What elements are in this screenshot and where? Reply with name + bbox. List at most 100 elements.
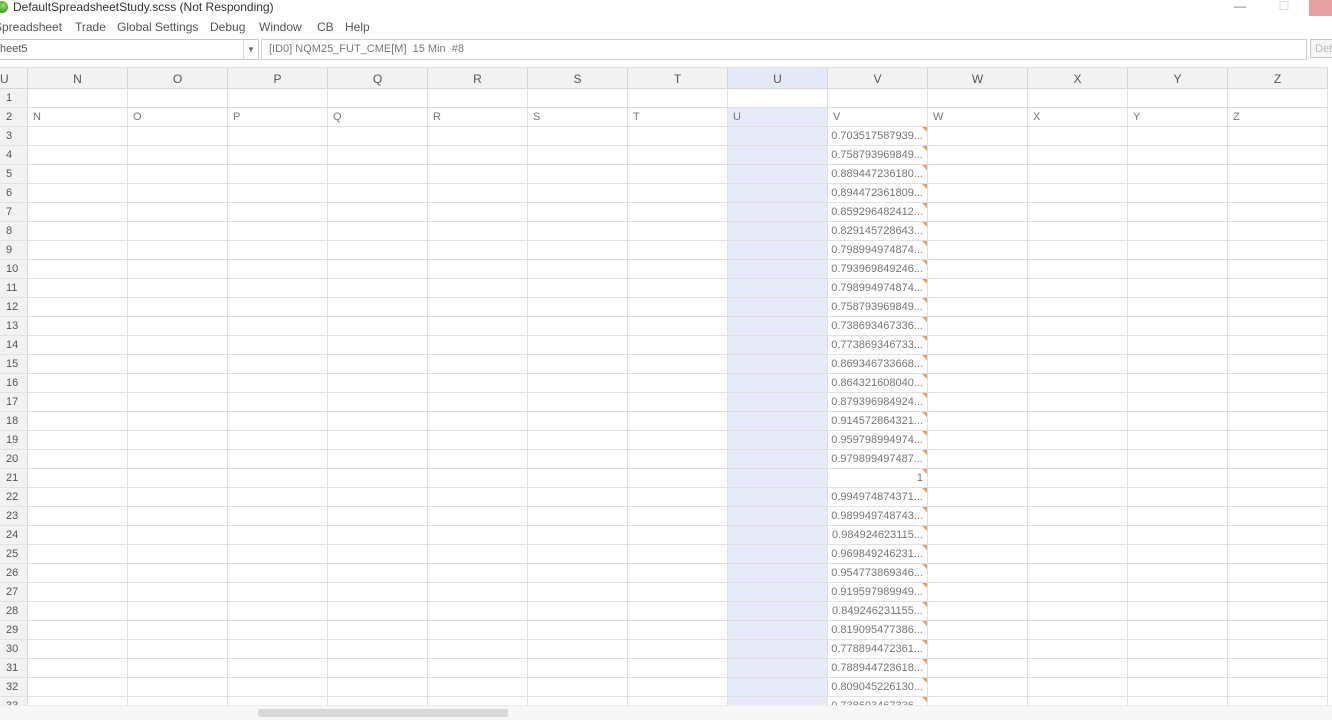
cell[interactable]: [628, 621, 728, 640]
cell[interactable]: [828, 89, 928, 108]
cell[interactable]: [728, 621, 828, 640]
cell[interactable]: [628, 583, 728, 602]
cell[interactable]: [728, 393, 828, 412]
cell[interactable]: [428, 545, 528, 564]
cell[interactable]: [728, 412, 828, 431]
cell[interactable]: [1128, 336, 1228, 355]
cell[interactable]: [628, 355, 728, 374]
cell[interactable]: [1228, 260, 1328, 279]
cell[interactable]: [1128, 640, 1228, 659]
cell[interactable]: 0.793969849246...: [828, 260, 928, 279]
cell[interactable]: [528, 279, 628, 298]
cell[interactable]: [128, 336, 228, 355]
cell[interactable]: [28, 127, 128, 146]
cell[interactable]: [128, 374, 228, 393]
cell[interactable]: [428, 450, 528, 469]
row-header[interactable]: 8: [0, 222, 28, 241]
cell[interactable]: [328, 279, 428, 298]
cell[interactable]: [328, 165, 428, 184]
cell[interactable]: [928, 336, 1028, 355]
cell[interactable]: [528, 317, 628, 336]
cell[interactable]: [928, 659, 1028, 678]
cell[interactable]: [28, 412, 128, 431]
column-header-q[interactable]: Q: [328, 67, 428, 89]
cell[interactable]: [1228, 621, 1328, 640]
cell[interactable]: [428, 165, 528, 184]
cell[interactable]: [528, 621, 628, 640]
close-button[interactable]: [1309, 0, 1332, 16]
cell[interactable]: [728, 279, 828, 298]
cell[interactable]: [228, 317, 328, 336]
cell[interactable]: [1228, 431, 1328, 450]
cell[interactable]: [128, 393, 228, 412]
cell[interactable]: [628, 336, 728, 355]
cell[interactable]: [628, 450, 728, 469]
cell[interactable]: O: [128, 108, 228, 127]
cell[interactable]: [928, 545, 1028, 564]
row-header[interactable]: 27: [0, 583, 28, 602]
cell[interactable]: 0.919597989949...: [828, 583, 928, 602]
column-header-partial[interactable]: U: [0, 67, 28, 89]
cell[interactable]: [1028, 241, 1128, 260]
cell[interactable]: [428, 507, 528, 526]
cell[interactable]: [328, 507, 428, 526]
cell[interactable]: [928, 602, 1028, 621]
cell[interactable]: [528, 640, 628, 659]
cell[interactable]: [1128, 659, 1228, 678]
cell[interactable]: [228, 507, 328, 526]
cell[interactable]: [728, 469, 828, 488]
cell[interactable]: 0.703517587939...: [828, 127, 928, 146]
row-header[interactable]: 29: [0, 621, 28, 640]
cell[interactable]: [1228, 678, 1328, 697]
cell[interactable]: 0.758793969849...: [828, 146, 928, 165]
cell[interactable]: [1228, 564, 1328, 583]
cell[interactable]: T: [628, 108, 728, 127]
cell[interactable]: [528, 488, 628, 507]
cell[interactable]: [128, 260, 228, 279]
row-header[interactable]: 32: [0, 678, 28, 697]
cell[interactable]: [28, 583, 128, 602]
cell[interactable]: [628, 279, 728, 298]
row-header[interactable]: 22: [0, 488, 28, 507]
cell[interactable]: [1128, 146, 1228, 165]
cell[interactable]: [128, 89, 228, 108]
cell[interactable]: [228, 203, 328, 222]
cell[interactable]: [928, 222, 1028, 241]
cell[interactable]: [128, 640, 228, 659]
cell[interactable]: [1228, 583, 1328, 602]
cell[interactable]: [628, 640, 728, 659]
cell[interactable]: [228, 450, 328, 469]
cell[interactable]: [328, 355, 428, 374]
cell[interactable]: 0.969849246231...: [828, 545, 928, 564]
cell[interactable]: [1228, 165, 1328, 184]
row-header[interactable]: 17: [0, 393, 28, 412]
cell[interactable]: [728, 127, 828, 146]
cell[interactable]: [728, 317, 828, 336]
cell[interactable]: [28, 355, 128, 374]
row-header[interactable]: 19: [0, 431, 28, 450]
cell[interactable]: [328, 564, 428, 583]
row-header[interactable]: 18: [0, 412, 28, 431]
menu-debug[interactable]: Debug: [210, 20, 245, 34]
cell[interactable]: [428, 203, 528, 222]
cell[interactable]: [228, 469, 328, 488]
cell[interactable]: [728, 545, 828, 564]
row-header[interactable]: 33: [0, 697, 28, 705]
cell[interactable]: [128, 564, 228, 583]
cell[interactable]: [228, 393, 328, 412]
cell[interactable]: [628, 184, 728, 203]
column-header-w[interactable]: W: [928, 67, 1028, 89]
cell[interactable]: [728, 564, 828, 583]
cell[interactable]: [528, 184, 628, 203]
cell[interactable]: [528, 431, 628, 450]
cell[interactable]: [1028, 526, 1128, 545]
cell[interactable]: [228, 241, 328, 260]
cell[interactable]: [1228, 545, 1328, 564]
cell[interactable]: [728, 184, 828, 203]
cell[interactable]: [1128, 488, 1228, 507]
cell[interactable]: [528, 393, 628, 412]
cell[interactable]: [1028, 222, 1128, 241]
cell[interactable]: 1: [828, 469, 928, 488]
cell[interactable]: [28, 526, 128, 545]
cell[interactable]: [428, 298, 528, 317]
